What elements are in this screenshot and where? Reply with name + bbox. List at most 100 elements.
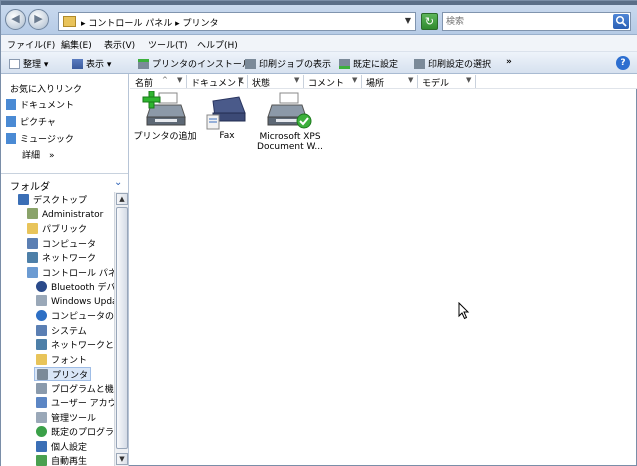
column-header-location[interactable]: 場所 [366,76,384,89]
computer-icon [27,238,38,249]
folder-tree: デスクトップ Administrator パブリック コンピュータ ネットワーク… [1,192,114,466]
printer-icon [245,59,256,69]
tree-item-computer[interactable]: コンピュータ [27,237,96,251]
tree-item-autoplay[interactable]: 自動再生 [36,454,87,466]
mouse-cursor-icon [458,302,470,320]
search-box[interactable] [442,12,631,31]
favorite-link-pictures[interactable]: ピクチャ [6,115,56,128]
windows-update-icon [36,295,47,306]
tree-item-label: Bluetooth デバイ [51,283,114,293]
column-header-comments[interactable]: コメント [308,76,344,89]
tree-item-label: 管理ツール [51,414,97,424]
tree-item-bluetooth[interactable]: Bluetooth デバイ [36,280,114,294]
user-folder-icon [27,208,38,219]
tree-item-system[interactable]: システム [36,324,87,338]
menu-file[interactable]: ファイル(F) [7,38,55,51]
autoplay-icon [36,455,47,466]
tree-item-administrator[interactable]: Administrator [27,208,103,222]
tree-item-default-programs[interactable]: 既定のプログラム [36,425,114,439]
tree-item-label: Windows Updat [51,297,114,307]
favorite-link-documents[interactable]: ドキュメント [6,98,74,111]
column-divider[interactable] [475,75,476,88]
menu-bar: ファイル(F) 編集(E) 表示(V) ツール(T) ヘルプ(H) [1,35,637,52]
tree-item-desktop[interactable]: デスクトップ [18,193,87,207]
folders-header[interactable]: フォルダ ⌄ [1,173,128,193]
chevron-down-icon[interactable]: ▼ [466,76,471,84]
search-icon[interactable] [613,14,629,29]
install-printer-button[interactable]: プリンタのインストール [138,57,251,70]
favorite-link-music[interactable]: ミュージック [6,132,74,145]
tree-item-label: デスクトップ [33,196,88,206]
tree-item-programs[interactable]: プログラムと機能 [36,382,114,396]
column-divider[interactable] [247,75,248,88]
tree-item-fonts[interactable]: フォント [36,353,87,367]
tree-item-personalization[interactable]: 個人設定 [36,440,87,454]
column-header-status[interactable]: 状態 [252,76,270,89]
column-divider[interactable] [303,75,304,88]
column-divider[interactable] [417,75,418,88]
chevron-down-icon[interactable]: ▼ [408,76,413,84]
folder-tree-scrollbar[interactable]: ▲ ▼ [114,192,128,466]
see-print-jobs-label: 印刷ジョブの表示 [259,60,332,70]
tree-item-label: 自動再生 [51,457,88,466]
set-default-button[interactable]: 既定に設定 [339,57,398,70]
more-links[interactable]: 詳細 » [22,148,55,161]
organize-icon [9,59,20,69]
printer-item-xps-writer[interactable]: Microsoft XPS Document W... [257,91,323,152]
chevron-down-icon[interactable]: ▼ [352,76,357,84]
see-print-jobs-button[interactable]: 印刷ジョブの表示 [245,57,331,70]
printer-icon [37,369,48,380]
column-header-name[interactable]: 名前 [135,76,153,89]
print-prefs-button[interactable]: 印刷設定の選択 [414,57,491,70]
tree-item-control-panel[interactable]: コントロール パネル [27,266,114,280]
printer-default-icon [339,59,350,69]
tree-item-label: コントロール パネル [42,269,114,279]
help-button[interactable]: ? [616,56,630,70]
tree-item-printers[interactable]: プリンタ [34,367,92,381]
default-programs-icon [36,426,47,437]
menu-view[interactable]: 表示(V) [104,38,135,51]
address-field[interactable]: ▸ コントロール パネル ▸ プリンタ ▼ [58,12,416,31]
tree-item-ease-of-access[interactable]: コンピュータの簡単 [36,309,114,323]
chevron-down-icon[interactable]: ▼ [294,76,299,84]
menu-tools[interactable]: ツール(T) [148,38,188,51]
explorer-window: ◀ ▶ ▸ コントロール パネル ▸ プリンタ ▼ ↻ ファイル(F) 編集(E… [0,0,637,466]
chevron-down-icon[interactable]: ▼ [405,16,411,25]
scrollbar-thumb[interactable] [116,207,128,449]
forward-button[interactable]: ▶ [28,9,49,30]
refresh-button[interactable]: ↻ [421,13,438,30]
tree-item-public[interactable]: パブリック [27,222,87,236]
music-icon [6,133,16,144]
views-button[interactable]: 表示 ▾ [72,57,111,70]
tree-item-user-accounts[interactable]: ユーザー アカウン [36,396,114,410]
column-header-model[interactable]: モデル [422,76,449,89]
tree-item-label: パブリック [42,225,88,235]
tree-item-label: 既定のプログラム [51,428,114,438]
tree-item-label: プログラムと機能 [51,385,114,395]
printer-item-add-printer[interactable]: プリンタの追加 [132,91,198,142]
column-header-documents[interactable]: ドキュメント [191,76,245,89]
breadcrumb[interactable]: ▸ コントロール パネル ▸ プリンタ [81,16,218,29]
organize-button[interactable]: 整理 ▾ [9,57,48,70]
column-divider[interactable] [361,75,362,88]
menu-edit[interactable]: 編集(E) [61,38,92,51]
tree-item-windows-update[interactable]: Windows Updat [36,295,114,309]
tree-item-admin-tools[interactable]: 管理ツール [36,411,96,425]
tree-item-network[interactable]: ネットワーク [27,251,96,265]
chevron-down-icon[interactable]: ▼ [177,76,182,84]
back-button[interactable]: ◀ [5,9,26,30]
scroll-up-arrow-icon[interactable]: ▲ [116,193,128,205]
printer-item-fax[interactable]: Fax [194,91,260,141]
chevron-down-icon[interactable]: ⌄ [114,177,122,188]
scroll-down-arrow-icon[interactable]: ▼ [116,453,128,465]
more-commands-button[interactable]: » [506,57,512,67]
personalization-icon [36,441,47,452]
tree-item-network-sharing[interactable]: ネットワークと共有 [36,338,114,352]
printer-item-label-line2: Document W... [257,142,323,152]
sort-up-icon: ^ [162,76,168,84]
column-divider[interactable] [186,75,187,88]
tree-item-label: コンピュータ [42,240,97,250]
menu-help[interactable]: ヘルプ(H) [197,38,238,51]
search-input[interactable] [446,15,606,29]
chevron-down-icon[interactable]: ▼ [238,76,243,84]
